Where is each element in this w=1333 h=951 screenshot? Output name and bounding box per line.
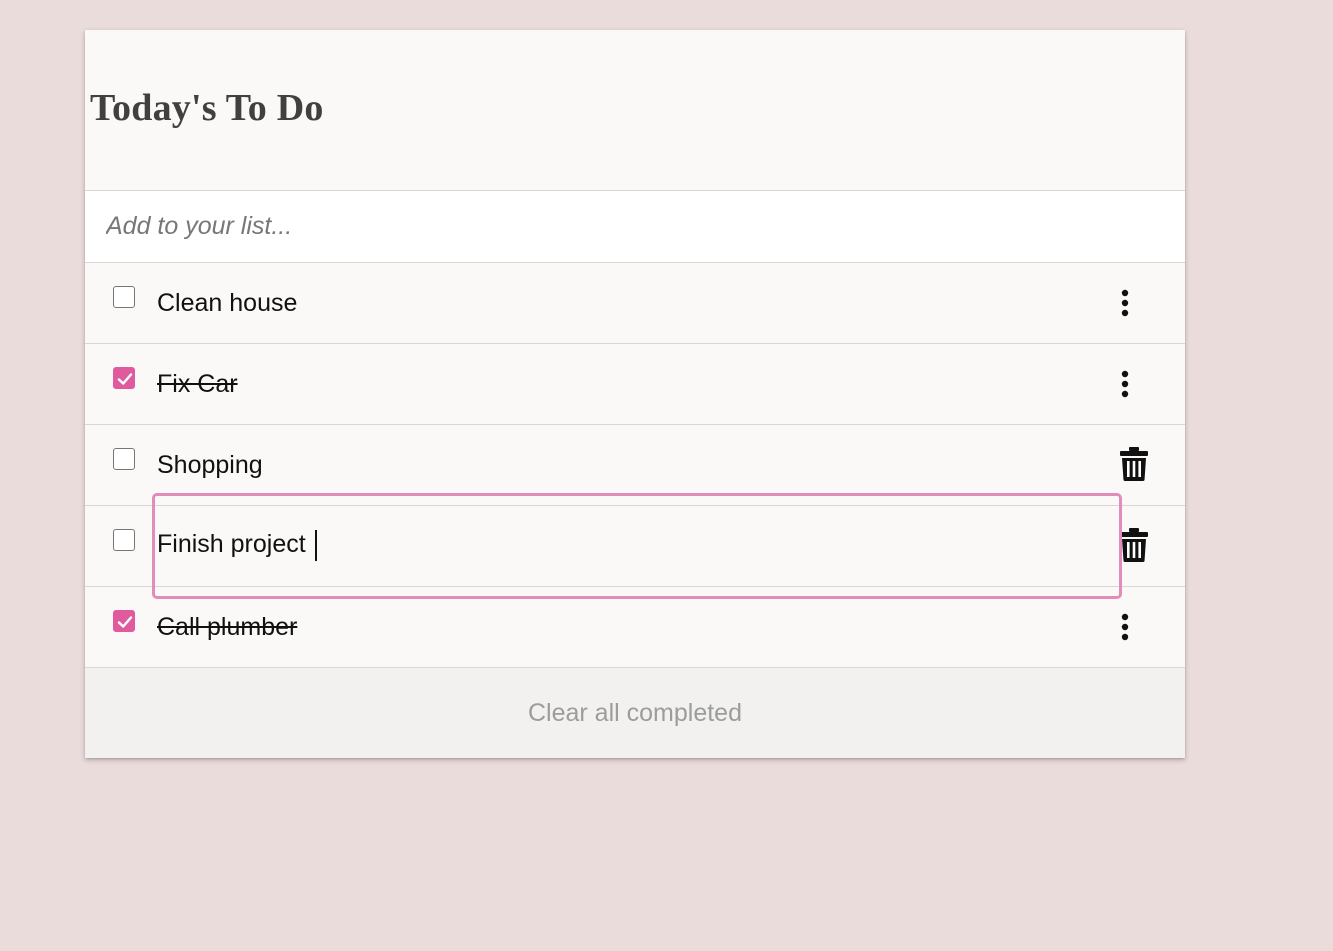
checkmark-icon (117, 373, 133, 385)
item-checkbox[interactable] (113, 286, 135, 308)
clear-completed-button[interactable]: Clear all completed (85, 668, 1185, 758)
item-checkbox[interactable] (113, 448, 135, 470)
add-item-row (85, 191, 1185, 263)
add-item-input[interactable] (85, 191, 1185, 262)
card-footer: Clear all completed (85, 668, 1185, 758)
todo-item-editing (85, 506, 1185, 587)
edit-item-input[interactable] (155, 524, 1017, 564)
trash-icon[interactable] (1119, 446, 1149, 482)
text-cursor (315, 530, 317, 561)
todo-item: Call plumber (85, 587, 1185, 668)
todo-item: Clean house (85, 263, 1185, 344)
more-vertical-icon[interactable] (1116, 369, 1134, 399)
card-header: Today's To Do (85, 30, 1185, 191)
more-vertical-icon[interactable] (1116, 288, 1134, 318)
todo-card: Today's To Do Clean house Fix Car Shoppi… (85, 30, 1185, 758)
more-vertical-icon[interactable] (1116, 612, 1134, 642)
page-title: Today's To Do (90, 87, 324, 129)
todo-item: Fix Car (85, 344, 1185, 425)
item-label[interactable]: Clean house (157, 289, 297, 317)
item-label[interactable]: Call plumber (157, 613, 297, 641)
item-checkbox-checked[interactable] (113, 367, 135, 389)
trash-icon[interactable] (1119, 527, 1149, 563)
item-checkbox[interactable] (113, 529, 135, 551)
item-label[interactable]: Shopping (157, 451, 263, 479)
checkmark-icon (117, 616, 133, 628)
item-checkbox-checked[interactable] (113, 610, 135, 632)
item-label[interactable]: Fix Car (157, 370, 238, 398)
todo-item: Shopping (85, 425, 1185, 506)
